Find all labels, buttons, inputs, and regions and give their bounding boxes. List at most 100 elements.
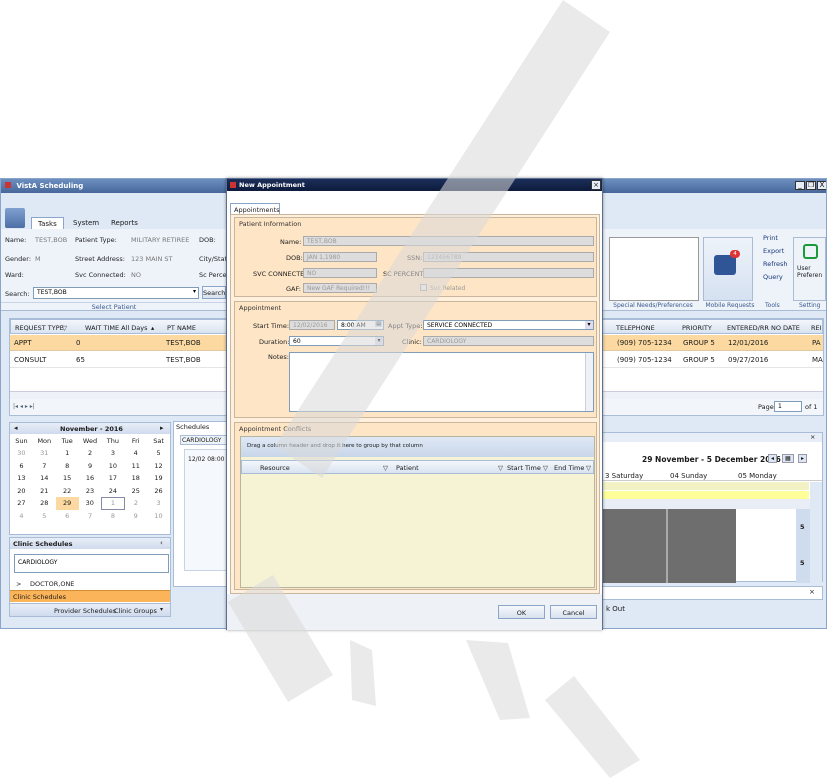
next-month-icon[interactable]: ▸ bbox=[160, 424, 164, 432]
ok-button[interactable]: OK bbox=[498, 605, 545, 619]
mobile-requests-button[interactable]: 4 bbox=[703, 237, 753, 301]
calendar-day[interactable]: 26 bbox=[147, 485, 170, 498]
provider-item[interactable]: DOCTOR,ONE bbox=[30, 580, 74, 588]
expand-icon[interactable]: > bbox=[16, 580, 21, 588]
close-button[interactable]: X bbox=[817, 181, 826, 190]
search-input[interactable]: TEST,BOB ▾ bbox=[33, 287, 199, 299]
calendar-day[interactable]: 2 bbox=[124, 497, 147, 510]
calendar-day[interactable]: 20 bbox=[10, 485, 33, 498]
start-time-field[interactable]: 8:00 AM ▤ bbox=[337, 320, 384, 330]
calendar-day[interactable]: 30 bbox=[79, 497, 102, 510]
calendar-day[interactable]: 17 bbox=[101, 472, 124, 485]
calendar-day[interactable]: 12 bbox=[147, 460, 170, 473]
calendar-day[interactable]: 28 bbox=[33, 497, 56, 510]
col-telephone[interactable]: TELEPHONE bbox=[616, 324, 655, 332]
tab-system[interactable]: System bbox=[67, 217, 105, 229]
cancel-button[interactable]: Cancel bbox=[550, 605, 597, 619]
calendar-day[interactable]: 14 bbox=[33, 472, 56, 485]
svc-related-checkbox[interactable] bbox=[420, 284, 427, 291]
col-end-time[interactable]: End Time bbox=[554, 464, 584, 472]
filter-icon[interactable]: ▽ bbox=[62, 324, 67, 332]
calendar-day[interactable]: 9 bbox=[79, 460, 102, 473]
calendar-day[interactable]: 6 bbox=[10, 460, 33, 473]
calendar-day[interactable]: 6 bbox=[56, 510, 79, 523]
week-grid-button[interactable]: ▦ bbox=[782, 454, 794, 463]
calendar-day[interactable]: 1 bbox=[100, 496, 125, 510]
col-patient[interactable]: Patient bbox=[396, 464, 419, 472]
dialog-close-button[interactable]: × bbox=[591, 180, 601, 190]
calendar-day[interactable]: 4 bbox=[10, 510, 33, 523]
sort-icon[interactable]: ▴ bbox=[151, 324, 154, 332]
calendar-day[interactable]: 8 bbox=[101, 510, 124, 523]
calendar-day[interactable]: 25 bbox=[124, 485, 147, 498]
restore-button[interactable]: ❐ bbox=[806, 181, 816, 190]
nav-options-icon[interactable]: ▾ bbox=[160, 606, 163, 613]
calendar-day[interactable]: 16 bbox=[79, 472, 102, 485]
calendar-day[interactable]: 7 bbox=[33, 460, 56, 473]
week-next-button[interactable]: ▸ bbox=[798, 454, 808, 463]
minimize-button[interactable]: _ bbox=[795, 181, 805, 190]
refresh-button[interactable]: Refresh bbox=[763, 260, 788, 268]
calendar-day[interactable]: 22 bbox=[56, 485, 79, 498]
panel-close-icon[interactable]: × bbox=[809, 588, 815, 596]
col-request-type[interactable]: REQUEST TYPE bbox=[15, 324, 64, 332]
calendar-day[interactable]: 5 bbox=[33, 510, 56, 523]
week-close-icon[interactable]: × bbox=[810, 433, 815, 441]
filter-icon[interactable]: ▽ bbox=[543, 464, 548, 472]
col-pt-name[interactable]: PT NAME bbox=[167, 324, 196, 332]
check-out-button[interactable]: k Out bbox=[606, 605, 625, 613]
print-button[interactable]: Print bbox=[763, 234, 778, 242]
calendar-day[interactable]: 4 bbox=[124, 447, 147, 460]
filter-icon[interactable]: ▽ bbox=[586, 464, 591, 472]
calendar-day[interactable]: 31 bbox=[33, 447, 56, 460]
calendar-day[interactable]: 8 bbox=[56, 460, 79, 473]
nav-provider-schedules[interactable]: Provider Schedules bbox=[54, 607, 116, 615]
collapse-icon[interactable]: ‹ bbox=[160, 539, 163, 547]
app-menu-icon[interactable] bbox=[5, 208, 25, 228]
start-date-field[interactable]: 12/02/2016 bbox=[289, 320, 335, 330]
filter-icon[interactable]: ▽ bbox=[498, 464, 503, 472]
calendar-day[interactable]: 3 bbox=[101, 447, 124, 460]
filter-icon[interactable]: ▽ bbox=[383, 464, 388, 472]
nav-clinic-schedules[interactable]: Clinic Schedules bbox=[10, 590, 170, 602]
tab-tasks[interactable]: Tasks bbox=[31, 217, 64, 229]
calendar-day[interactable]: 24 bbox=[101, 485, 124, 498]
schedule-tab[interactable]: CARDIOLOGY bbox=[180, 435, 230, 445]
schedule-slot[interactable]: 12/02 08:00 bbox=[188, 456, 225, 463]
calendar-day[interactable]: 23 bbox=[79, 485, 102, 498]
calendar-day[interactable]: 21 bbox=[33, 485, 56, 498]
col-entered-date[interactable]: ENTERED/RR NO DATE bbox=[727, 324, 800, 332]
query-button[interactable]: Query bbox=[763, 273, 783, 281]
vertical-scrollbar[interactable] bbox=[810, 482, 822, 583]
calendar-day[interactable]: 10 bbox=[147, 510, 170, 523]
dropdown-arrow-icon[interactable]: ▾ bbox=[585, 321, 593, 329]
calendar-day[interactable]: 19 bbox=[147, 472, 170, 485]
col-priority[interactable]: PRIORITY bbox=[682, 324, 712, 332]
tab-reports[interactable]: Reports bbox=[105, 217, 144, 229]
calendar-day[interactable]: 1 bbox=[56, 447, 79, 460]
calendar-day[interactable]: 27 bbox=[10, 497, 33, 510]
calendar-day[interactable]: 10 bbox=[101, 460, 124, 473]
col-wait-time[interactable]: WAIT TIME All Days bbox=[85, 324, 148, 332]
calendar-day[interactable]: 18 bbox=[124, 472, 147, 485]
dropdown-arrow-icon[interactable]: ▾ bbox=[375, 337, 383, 345]
duration-select[interactable]: 60 ▾ bbox=[289, 336, 384, 346]
calendar-day[interactable]: 2 bbox=[79, 447, 102, 460]
notes-textarea[interactable] bbox=[289, 352, 594, 412]
calendar-day[interactable]: 5 bbox=[147, 447, 170, 460]
col-rei[interactable]: REI bbox=[811, 324, 822, 332]
appt-type-select[interactable]: SERVICE CONNECTED ▾ bbox=[423, 320, 594, 330]
calendar-day[interactable]: 3 bbox=[147, 497, 170, 510]
nav-clinic-groups[interactable]: Clinic Groups bbox=[114, 607, 157, 615]
pager-first-icon[interactable]: |◂ ◂ ▸ ▸| bbox=[13, 403, 35, 410]
dropdown-arrow-icon[interactable]: ▾ bbox=[193, 288, 196, 295]
notes-scrollbar[interactable] bbox=[585, 353, 593, 411]
time-picker-icon[interactable]: ▤ bbox=[375, 321, 382, 327]
prev-month-icon[interactable]: ◂ bbox=[14, 424, 18, 432]
calendar-day[interactable]: 7 bbox=[79, 510, 102, 523]
calendar-day[interactable]: 15 bbox=[56, 472, 79, 485]
page-input[interactable]: 1 bbox=[774, 401, 802, 412]
week-prev-button[interactable]: ◂ bbox=[768, 454, 778, 463]
calendar-day[interactable]: 29 bbox=[55, 497, 79, 510]
search-button[interactable]: Search bbox=[202, 286, 226, 299]
